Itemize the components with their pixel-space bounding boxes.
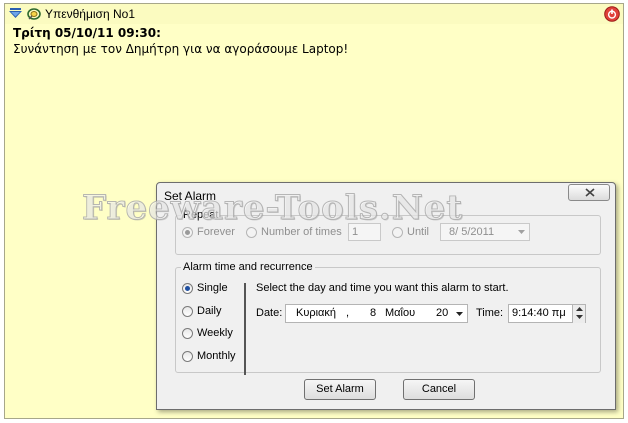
date-day: 8	[370, 307, 377, 319]
until-date-value: 8/ 5/2011	[449, 226, 495, 238]
spin-up-icon[interactable]	[573, 305, 585, 313]
cancel-button[interactable]: Cancel	[403, 379, 475, 400]
radio-weekly-circle	[182, 327, 193, 339]
radio-forever-circle	[182, 226, 193, 238]
radio-number-of-times[interactable]: Number of times	[246, 226, 342, 238]
alarm-time-group: Alarm time and recurrence Single Daily W…	[175, 261, 601, 375]
note-titlebar[interactable]: Υπενθήμιση Νο1	[5, 4, 623, 24]
radio-single-circle	[182, 282, 193, 294]
radio-single[interactable]: Single	[182, 282, 228, 294]
dialog-title: Set Alarm	[164, 189, 217, 203]
radio-weekly[interactable]: Weekly	[182, 327, 233, 339]
radio-daily-label: Daily	[197, 305, 222, 317]
set-alarm-dialog: Set Alarm Repeat Forever Number of times…	[156, 182, 616, 410]
set-alarm-button[interactable]: Set Alarm	[304, 379, 376, 400]
radio-daily[interactable]: Daily	[182, 305, 221, 317]
dialog-close-button[interactable]	[568, 184, 610, 201]
close-x-icon	[585, 188, 595, 197]
instruction-text: Select the day and time you want this al…	[256, 282, 509, 294]
radio-daily-circle	[182, 305, 193, 317]
number-of-times-input[interactable]: 1	[348, 223, 381, 241]
date-weekday: Κυριακή	[296, 307, 337, 319]
note-body-text[interactable]: Συνάντηση με τον Δημήτρη για να αγοράσου…	[13, 42, 348, 56]
radio-forever[interactable]: Forever	[182, 226, 235, 238]
until-date-picker[interactable]: 8/ 5/2011	[440, 223, 530, 241]
radio-until-label: Until	[407, 226, 430, 238]
alarm-time-legend: Alarm time and recurrence	[183, 261, 313, 273]
note-title: Υπενθήμιση Νο1	[45, 7, 135, 21]
radio-number-of-times-circle	[246, 226, 257, 238]
time-value: 9:14:40 πμ	[512, 307, 566, 319]
chevron-down-icon[interactable]	[514, 224, 529, 240]
radio-until-circle	[392, 226, 403, 238]
time-label: Time:	[476, 307, 504, 319]
date-label: Date:	[256, 307, 283, 319]
close-icon[interactable]	[604, 6, 620, 25]
radio-single-label: Single	[197, 282, 228, 294]
date-picker[interactable]: Κυριακή , 8 Μαΐου 20	[285, 304, 468, 323]
radio-weekly-label: Weekly	[197, 327, 233, 339]
dropdown-menu-icon[interactable]	[9, 8, 22, 22]
note-heading: Τρίτη 05/10/11 09:30:	[13, 26, 161, 40]
radio-monthly-circle	[182, 350, 193, 362]
radio-number-of-times-label: Number of times	[261, 226, 342, 238]
date-separator: ,	[346, 307, 350, 319]
chevron-down-icon[interactable]	[452, 305, 467, 322]
pin-icon[interactable]	[27, 7, 41, 24]
repeat-legend: Repeat	[183, 209, 219, 221]
radio-monthly-label: Monthly	[197, 350, 236, 362]
radio-monthly[interactable]: Monthly	[182, 350, 236, 362]
spin-down-icon[interactable]	[573, 313, 585, 321]
radio-forever-label: Forever	[197, 226, 235, 238]
radio-until[interactable]: Until	[392, 226, 429, 238]
date-year: 20	[436, 307, 449, 319]
time-input[interactable]: 9:14:40 πμ	[508, 304, 586, 323]
time-spinner[interactable]	[572, 305, 585, 323]
vertical-divider	[244, 283, 246, 375]
repeat-group: Repeat Forever Number of times 1 Until 8…	[175, 209, 601, 255]
date-month: Μαΐου	[385, 307, 416, 319]
